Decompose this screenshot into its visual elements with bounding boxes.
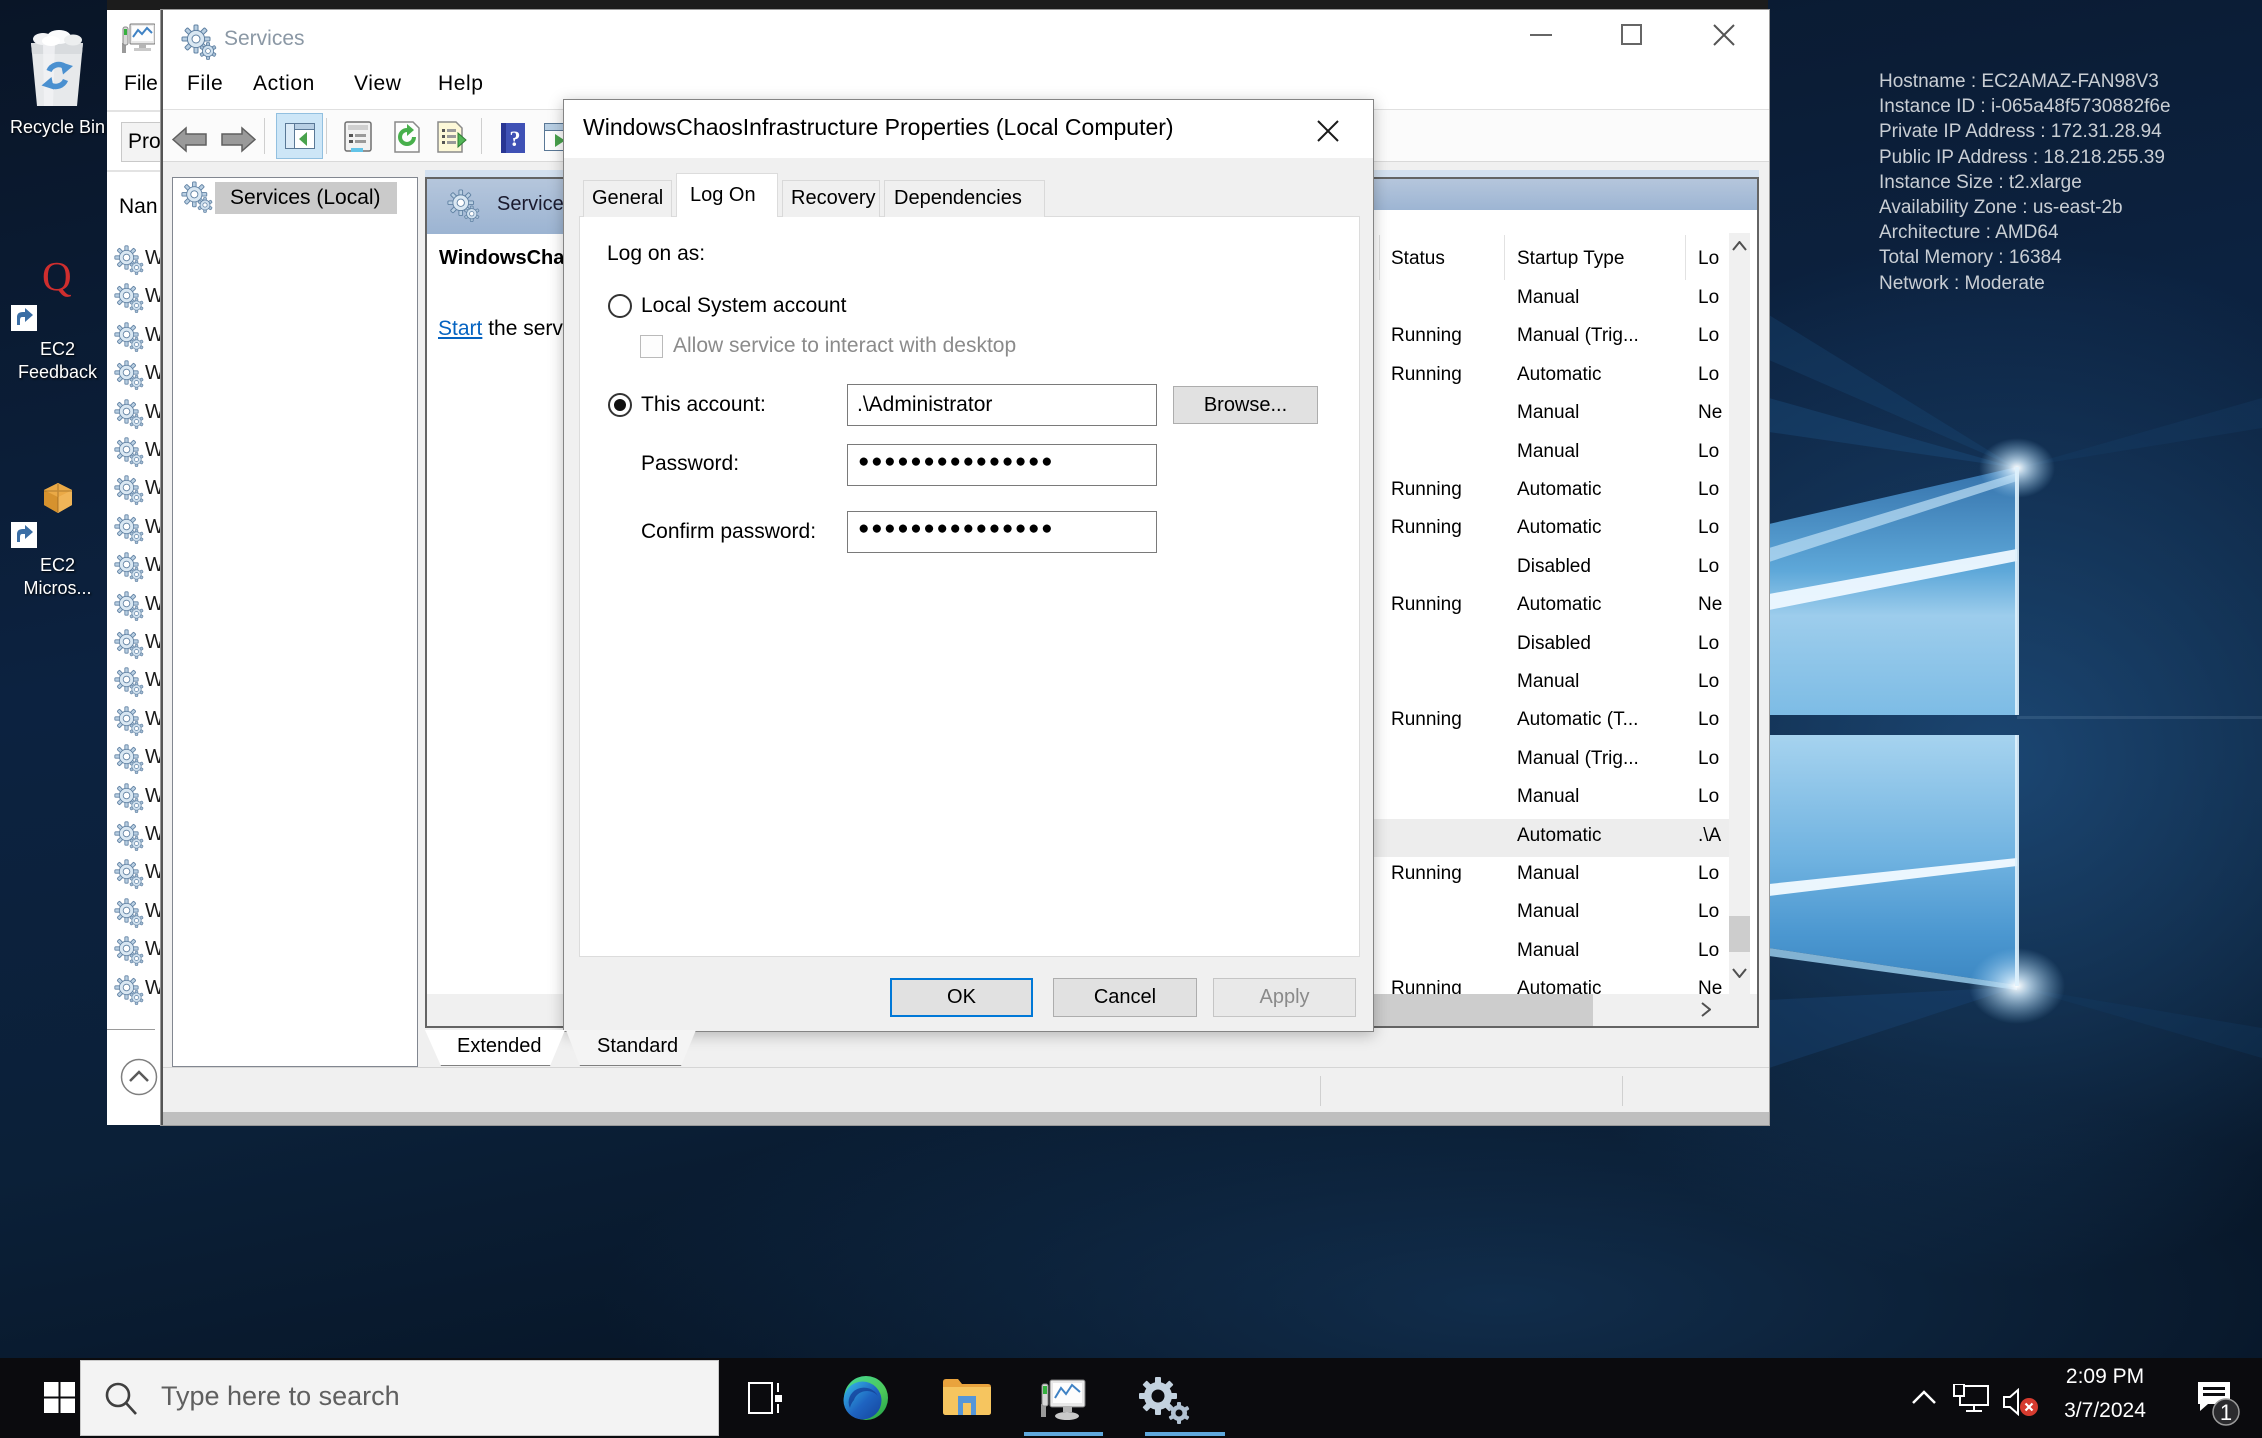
svg-text:?: ?	[510, 126, 521, 151]
svg-text:1: 1	[2220, 1400, 2232, 1425]
